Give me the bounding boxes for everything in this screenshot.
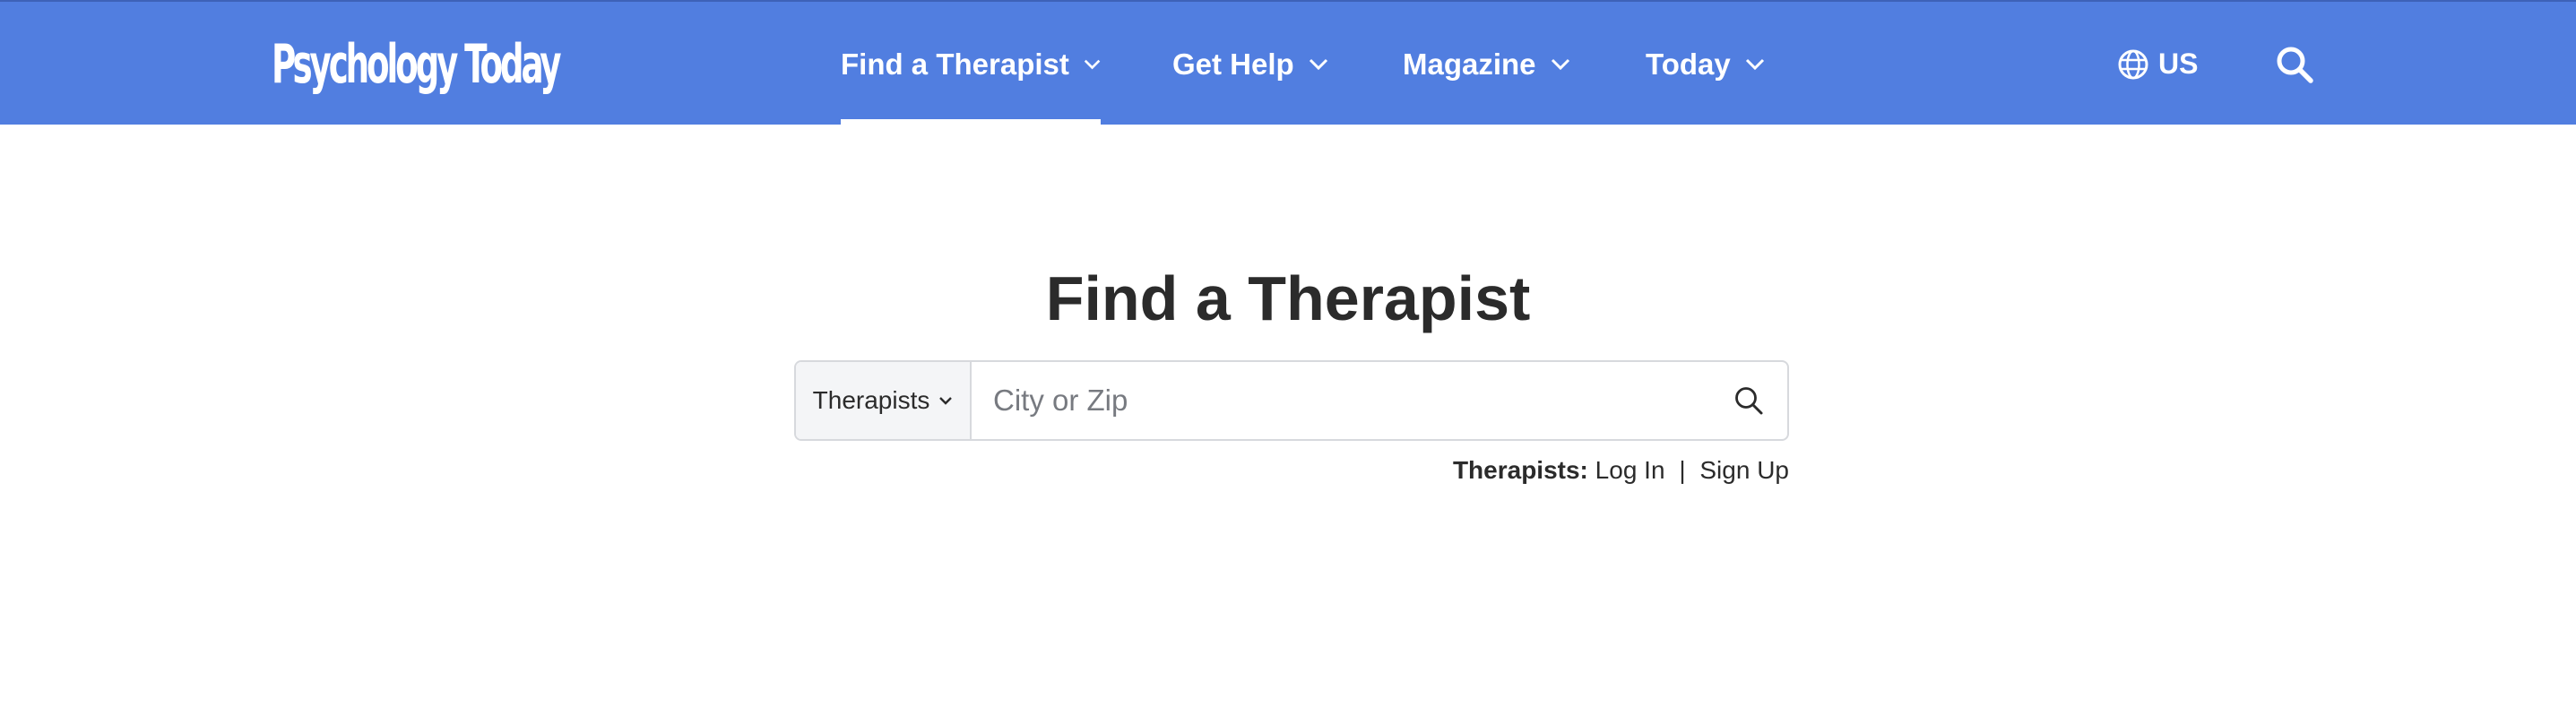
nav-label: Find a Therapist xyxy=(841,47,1069,81)
nav-label: Magazine xyxy=(1403,47,1536,81)
nav-label: Get Help xyxy=(1172,47,1294,81)
nav-magazine[interactable]: Magazine xyxy=(1403,2,1570,126)
search-icon[interactable] xyxy=(2275,45,2314,84)
chevron-down-icon xyxy=(939,397,953,405)
link-separator: | xyxy=(1679,456,1686,484)
nav-find-a-therapist[interactable]: Find a Therapist xyxy=(841,2,1101,126)
search-type-dropdown[interactable]: Therapists xyxy=(796,362,972,439)
therapist-account-links: Therapists: Log In | Sign Up xyxy=(1453,456,1789,485)
therapist-search-form: Therapists xyxy=(794,360,1789,441)
top-navigation-bar: Psychology Today Find a Therapist Get He… xyxy=(0,0,2576,126)
search-icon xyxy=(1735,387,1763,415)
chevron-down-icon xyxy=(1551,58,1569,70)
globe-icon xyxy=(2118,49,2148,79)
locale-selector[interactable]: US xyxy=(2117,2,2198,126)
page-title: Find a Therapist xyxy=(1045,263,1531,333)
nav-label: Today xyxy=(1646,47,1731,81)
location-search-input[interactable] xyxy=(972,362,1710,439)
search-type-value: Therapists xyxy=(812,386,930,414)
search-submit-button[interactable] xyxy=(1710,362,1787,439)
nav-today[interactable]: Today xyxy=(1646,2,1765,126)
active-tab-indicator xyxy=(841,119,1101,126)
chevron-down-icon xyxy=(1084,59,1101,69)
therapists-label: Therapists: xyxy=(1452,456,1588,484)
login-link[interactable]: Log In xyxy=(1595,456,1665,484)
locale-label: US xyxy=(2158,47,2199,80)
psychology-today-logo[interactable]: Psychology Today xyxy=(272,29,562,100)
chevron-down-icon xyxy=(1745,58,1764,70)
signup-link[interactable]: Sign Up xyxy=(1699,456,1789,484)
nav-get-help[interactable]: Get Help xyxy=(1172,2,1328,126)
chevron-down-icon xyxy=(1309,58,1327,70)
